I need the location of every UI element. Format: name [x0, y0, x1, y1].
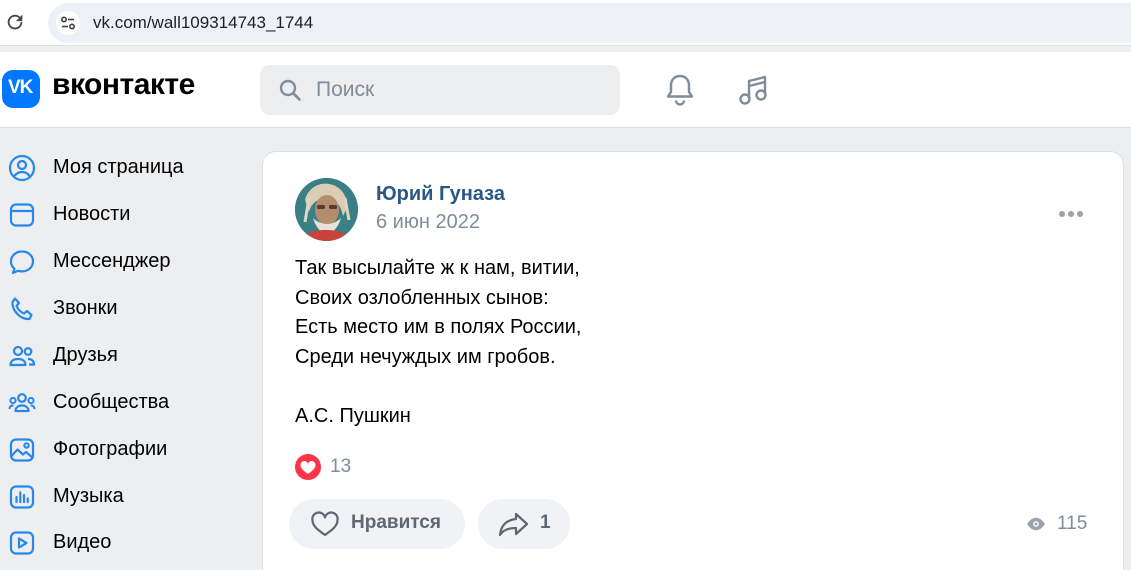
- site-header: VK вконтакте: [0, 52, 1131, 128]
- search-box[interactable]: [260, 65, 620, 115]
- site-settings-icon[interactable]: [56, 11, 80, 35]
- like-label: Нравится: [351, 512, 441, 533]
- share-icon: [498, 512, 529, 537]
- vk-logo-glyph: VK: [8, 77, 33, 98]
- sidebar-item-label: Сообщества: [53, 391, 170, 413]
- author-avatar[interactable]: [295, 178, 358, 241]
- browser-toolbar: vk.com/wall109314743_1744: [0, 0, 1131, 46]
- friends-icon: [9, 345, 36, 367]
- sidebar-item-friends[interactable]: Друзья: [0, 333, 240, 377]
- vk-wordmark[interactable]: вконтакте: [52, 68, 195, 102]
- share-button[interactable]: 1: [478, 499, 570, 549]
- more-options-icon[interactable]: [1059, 204, 1089, 218]
- sidebar-item-calls[interactable]: Звонки: [0, 286, 240, 330]
- sidebar-item-label: Новости: [53, 203, 131, 225]
- sidebar-item-label: Видео: [53, 531, 112, 553]
- video-icon: [9, 531, 35, 555]
- reaction-count: 13: [330, 456, 352, 477]
- heart-reaction-icon: [295, 454, 321, 480]
- phone-icon: [11, 297, 33, 321]
- like-button[interactable]: Нравится: [289, 499, 465, 549]
- sidebar-item-label: Мессенджер: [53, 250, 171, 272]
- news-icon: [9, 203, 35, 227]
- message-icon: [9, 250, 35, 275]
- communities-icon: [8, 393, 36, 413]
- reload-icon[interactable]: [4, 11, 26, 33]
- sidebar-item-label: Музыка: [53, 485, 124, 507]
- bell-icon[interactable]: [663, 72, 697, 108]
- sidebar-item-music[interactable]: Музыка: [0, 474, 240, 518]
- post-text-line: А.С. Пушкин: [295, 404, 411, 427]
- url-text[interactable]: vk.com/wall109314743_1744: [93, 13, 313, 33]
- post-text-line: Своих озлобленных сынов:: [295, 286, 549, 309]
- post-author[interactable]: Юрий Гуназа: [376, 183, 505, 206]
- post-text-line: Есть место им в полях России,: [295, 316, 582, 338]
- music-bars-icon: [9, 485, 35, 509]
- views-count: 115: [1057, 513, 1088, 534]
- sidebar-item-photos[interactable]: Фотографии: [0, 427, 240, 471]
- search-icon: [279, 79, 301, 101]
- vk-logo[interactable]: VK: [2, 70, 40, 108]
- sidebar-item-news[interactable]: Новости: [0, 192, 240, 236]
- avatar-portrait: [295, 178, 358, 241]
- heart-outline-icon: [311, 511, 339, 537]
- eye-icon: [1027, 517, 1045, 531]
- post-date[interactable]: 6 июн 2022: [376, 211, 480, 234]
- post-text-line: Так высылайте ж к нам, витии,: [295, 257, 580, 279]
- share-count: 1: [540, 512, 551, 533]
- sidebar-item-label: Моя страница: [53, 156, 184, 178]
- post-text-line: [295, 372, 581, 402]
- post-text: Так высылайте ж к нам, витии, Своих озло…: [295, 254, 581, 431]
- photo-icon: [9, 438, 35, 462]
- post-text-line: Среди нечуждых им гробов.: [295, 345, 556, 368]
- sidebar-item-label: Фотографии: [53, 438, 168, 460]
- sidebar-item-messenger[interactable]: Мессенджер: [0, 239, 240, 283]
- music-icon[interactable]: [737, 72, 771, 108]
- search-input[interactable]: [316, 77, 606, 103]
- sidebar-item-my-page[interactable]: Моя страница: [0, 145, 240, 189]
- sidebar-item-label: Звонки: [53, 297, 118, 319]
- user-circle-icon: [8, 154, 36, 182]
- address-bar[interactable]: vk.com/wall109314743_1744: [48, 3, 1131, 43]
- sidebar-item-communities[interactable]: Сообщества: [0, 380, 240, 424]
- sidebar-item-label: Друзья: [53, 344, 118, 366]
- wall-post: Юрий Гуназа 6 июн 2022 Так высылайте ж к…: [262, 151, 1124, 570]
- sidebar-item-video[interactable]: Видео: [0, 520, 240, 564]
